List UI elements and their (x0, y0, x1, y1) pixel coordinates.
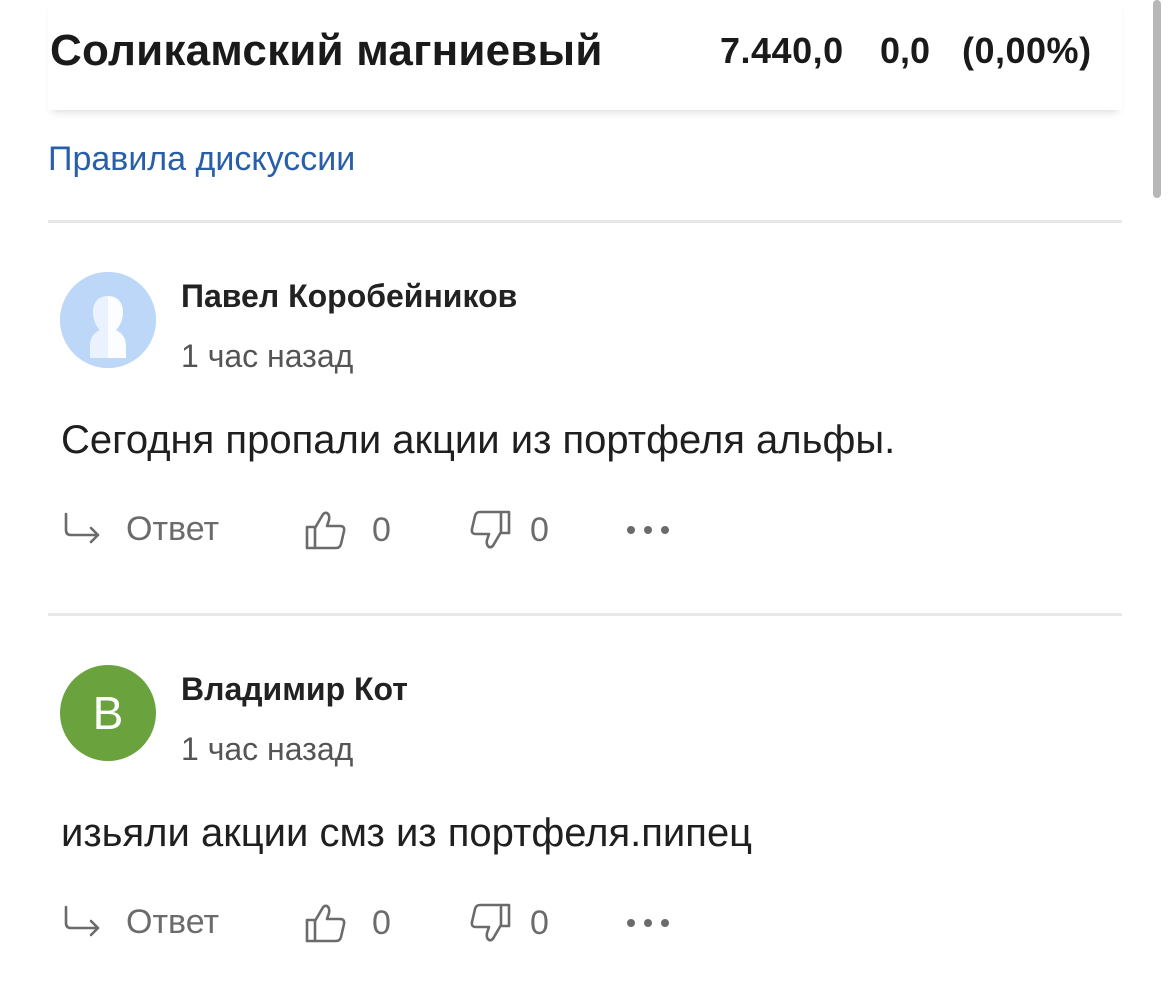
reply-arrow-icon (62, 508, 104, 550)
avatar[interactable]: В (60, 665, 156, 761)
comment-time: 1 час назад (181, 338, 354, 374)
like-count: 0 (372, 510, 391, 549)
comment-time: 1 час назад (181, 731, 354, 767)
reply-label: Ответ (126, 902, 220, 941)
like-count: 0 (372, 903, 391, 942)
thumbs-up-icon (304, 901, 348, 945)
divider (48, 220, 1122, 223)
more-options-button[interactable] (626, 508, 670, 552)
scrollbar[interactable] (1153, 0, 1161, 198)
price-change: 0,0 (880, 30, 931, 71)
more-options-button[interactable] (626, 901, 670, 945)
reply-arrow-icon (62, 901, 104, 943)
comment-text: изьяли акции смз из портфеля.пипец (61, 811, 753, 855)
price-change-percent: (0,00%) (962, 30, 1092, 71)
company-name: Соликамский магниевый (50, 26, 603, 75)
divider (48, 613, 1122, 616)
dislike-count: 0 (530, 510, 549, 549)
reply-label: Ответ (126, 509, 220, 548)
like-button[interactable]: 0 (304, 508, 391, 552)
like-button[interactable]: 0 (304, 901, 391, 945)
thumbs-down-icon (468, 508, 512, 552)
comment-text: Сегодня пропали акции из портфеля альфы. (61, 418, 896, 462)
reply-button[interactable]: Ответ (62, 508, 219, 550)
more-dots-icon (626, 508, 670, 552)
comment-author[interactable]: Владимир Кот (181, 671, 408, 708)
discussion-rules-link[interactable]: Правила дискуссии (48, 140, 355, 179)
more-dots-icon (626, 901, 670, 945)
thumbs-down-icon (468, 901, 512, 945)
stock-price: 7.440,0 (720, 30, 844, 71)
instrument-header: Соликамский магниевый 7.440,0 0,0 (0,00%… (48, 0, 1122, 110)
dislike-count: 0 (530, 903, 549, 942)
comment-author[interactable]: Павел Коробейников (181, 278, 517, 315)
thumbs-up-icon (304, 508, 348, 552)
reply-button[interactable]: Ответ (62, 901, 219, 943)
dislike-button[interactable]: 0 (468, 508, 549, 552)
default-user-icon[interactable] (60, 272, 156, 368)
dislike-button[interactable]: 0 (468, 901, 549, 945)
